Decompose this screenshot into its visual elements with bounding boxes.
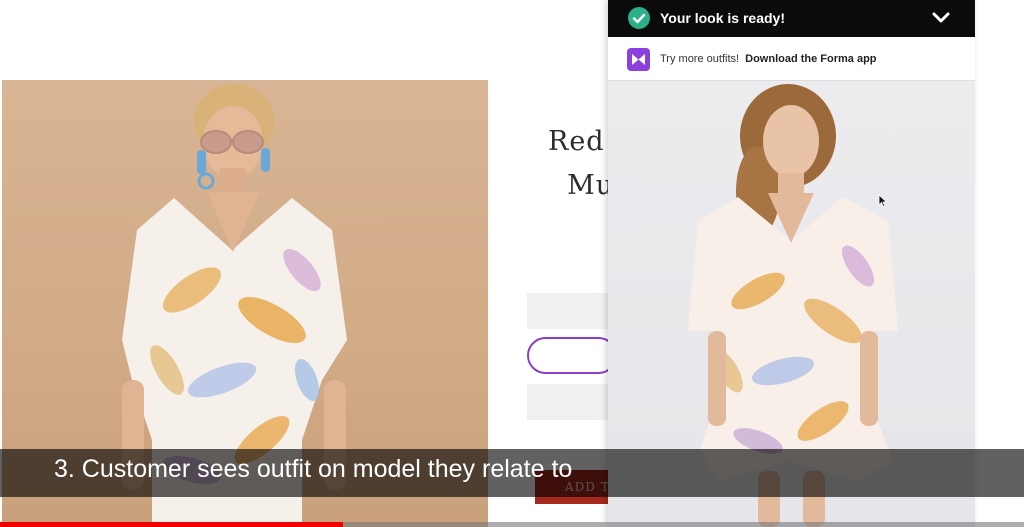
promo-text: Try more outfits! Download the Forma app: [660, 53, 877, 65]
mouse-cursor-icon: [878, 194, 888, 208]
promo-bar: Try more outfits! Download the Forma app: [608, 37, 975, 81]
size-select[interactable]: [527, 293, 617, 329]
collapse-button[interactable]: [926, 6, 956, 30]
panel-header: Your look is ready!: [608, 0, 975, 37]
quantity-field[interactable]: [527, 384, 617, 420]
check-circle-icon: [628, 7, 650, 29]
promo-prefix: Try more outfits!: [660, 53, 740, 65]
video-progress-bar[interactable]: [0, 522, 1024, 527]
video-progress-fill: [0, 522, 344, 527]
video-caption: 3. Customer sees outfit on model they re…: [54, 455, 573, 483]
chevron-down-icon: [932, 12, 950, 23]
forma-tryon-panel: Your look is ready! Try more outfits! Do…: [608, 0, 975, 527]
forma-logo-icon: [627, 48, 650, 71]
try-on-button[interactable]: [527, 337, 617, 374]
panel-title: Your look is ready!: [660, 10, 785, 26]
screen: Red Mul ADD T Your look is ready! Try mo…: [0, 0, 1024, 527]
download-app-link[interactable]: Download the Forma app: [745, 53, 876, 65]
